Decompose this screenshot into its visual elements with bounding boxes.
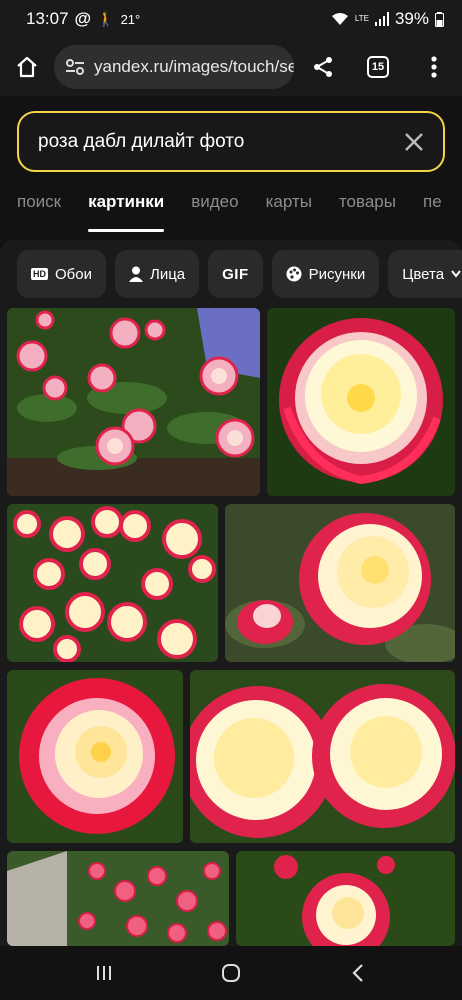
page-content: роза дабл дилайт фото поиск картинки вид…: [0, 96, 462, 946]
tabs-button[interactable]: 15: [350, 38, 406, 96]
temperature: 21°: [120, 11, 141, 27]
clock: 13:07: [26, 9, 69, 28]
clear-icon[interactable]: [403, 131, 425, 153]
search-tabs: поиск картинки видео карты товары пе: [0, 184, 462, 232]
tab-more[interactable]: пе: [423, 184, 442, 232]
filter-label: Лица: [149, 265, 186, 283]
filter-drawings[interactable]: Рисунки: [271, 250, 380, 298]
wifi-icon: [331, 13, 348, 25]
tab-video[interactable]: видео: [191, 184, 238, 232]
home-nav-button[interactable]: [211, 953, 251, 993]
battery-percent: 39%: [394, 9, 429, 28]
filter-chips: HD Обои Лица GIF Рисунки Цвета: [17, 250, 462, 298]
at-icon: @: [74, 9, 92, 28]
tab-count: 15: [367, 56, 389, 78]
more-vert-icon: [431, 56, 437, 78]
filter-label: Цвета: [402, 265, 445, 283]
search-query: роза дабл дилайт фото: [38, 130, 245, 152]
palette-icon: [286, 266, 302, 282]
image-result-8[interactable]: [236, 851, 455, 946]
filter-gif[interactable]: GIF: [208, 250, 263, 298]
image-result-7[interactable]: [7, 851, 229, 946]
tab-products[interactable]: товары: [339, 184, 396, 232]
tab-maps[interactable]: карты: [266, 184, 312, 232]
back-icon: [352, 964, 364, 982]
battery-icon: [435, 11, 444, 27]
menu-button[interactable]: [406, 38, 462, 96]
url-text: yandex.ru/images/touch/se: [94, 57, 294, 76]
image-result-5[interactable]: [7, 670, 183, 843]
walking-icon: 🚶: [97, 10, 115, 27]
image-result-2[interactable]: [267, 308, 455, 496]
status-bar: 13:07 @ 🚶 21° LTE 39%: [0, 0, 462, 38]
search-input[interactable]: роза дабл дилайт фото: [17, 111, 445, 172]
share-icon: [314, 57, 332, 77]
site-settings-icon[interactable]: [64, 56, 86, 78]
tab-search[interactable]: поиск: [17, 184, 61, 232]
filter-label: Обои: [55, 265, 92, 283]
browser-toolbar: yandex.ru/images/touch/se 15: [0, 38, 462, 96]
chevron-down-icon: [451, 270, 461, 278]
home-button[interactable]: [0, 38, 54, 96]
recent-apps-button[interactable]: [84, 953, 124, 993]
system-navigation-bar: [0, 946, 462, 1000]
signal-icon: [374, 12, 389, 26]
share-button[interactable]: [296, 38, 350, 96]
image-result-4[interactable]: [225, 504, 455, 662]
filter-faces[interactable]: Лица: [114, 250, 200, 298]
image-result-1[interactable]: [7, 308, 260, 496]
tab-images[interactable]: картинки: [88, 184, 165, 232]
back-button[interactable]: [338, 953, 378, 993]
image-result-3[interactable]: [7, 504, 218, 662]
filter-label: Рисунки: [308, 265, 366, 283]
filter-colors[interactable]: Цвета: [388, 250, 462, 298]
hd-icon: HD: [31, 268, 48, 280]
filter-label: GIF: [222, 265, 249, 283]
person-icon: [128, 266, 143, 282]
volte-label: LTE: [354, 14, 369, 23]
home-circle-icon: [221, 964, 240, 982]
home-icon: [17, 56, 37, 78]
image-result-6[interactable]: [190, 670, 455, 843]
filter-wallpapers[interactable]: HD Обои: [17, 250, 106, 298]
address-bar[interactable]: yandex.ru/images/touch/se: [54, 45, 294, 89]
recents-icon: [96, 966, 111, 980]
